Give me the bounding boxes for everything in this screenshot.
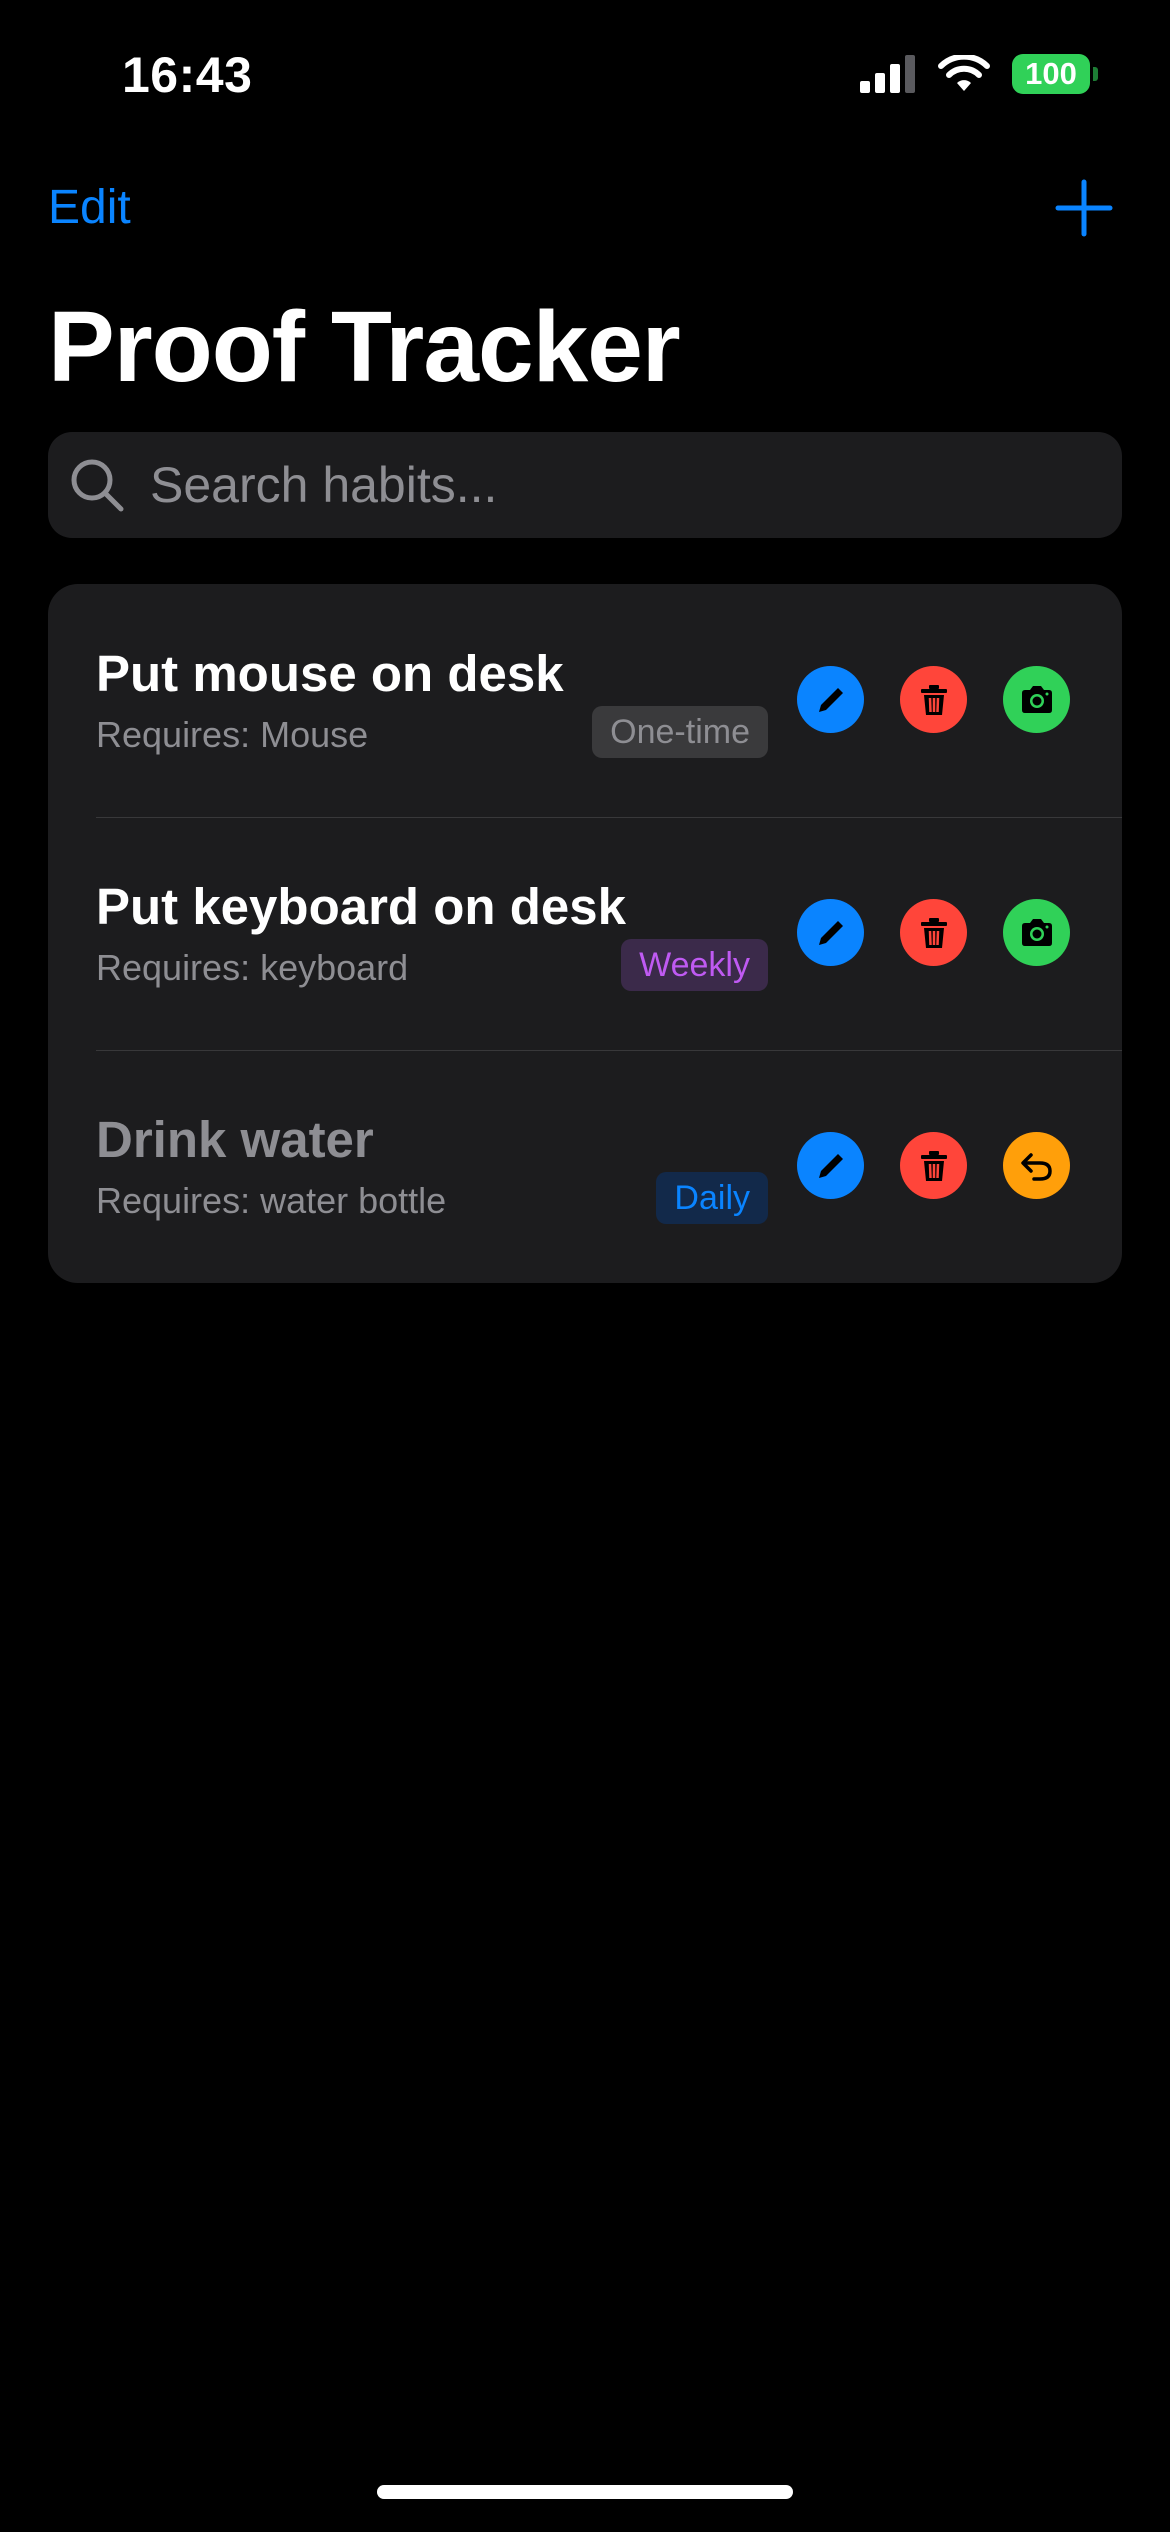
search-input[interactable]: [148, 455, 1052, 515]
pencil-icon: [818, 687, 843, 712]
pencil-icon: [818, 920, 843, 945]
add-habit-button[interactable]: [1054, 178, 1114, 238]
delete-habit-button[interactable]: [900, 666, 967, 733]
habit-list: Put mouse on desk Requires: Mouse One-ti…: [48, 584, 1122, 1283]
habit-actions: [797, 666, 1070, 733]
frequency-badge: One-time: [592, 706, 768, 758]
edit-habit-button[interactable]: [797, 899, 864, 966]
habit-actions: [797, 1132, 1070, 1199]
habit-row[interactable]: Drink water Requires: water bottle Daily: [48, 1050, 1122, 1283]
plus-icon: [1055, 179, 1113, 237]
battery-nub: [1093, 67, 1098, 81]
undo-icon: [1020, 1152, 1052, 1181]
trash-icon: [920, 917, 947, 948]
cellular-signal-icon: [860, 55, 915, 93]
camera-icon: [1021, 685, 1052, 713]
status-bar: 16:43 100: [0, 0, 1170, 150]
habit-title: Drink water: [96, 1111, 374, 1168]
habit-actions: [797, 899, 1070, 966]
camera-icon: [1021, 918, 1052, 946]
capture-proof-button[interactable]: [1003, 666, 1070, 733]
habit-title: Put mouse on desk: [96, 645, 564, 702]
habit-row[interactable]: Put keyboard on desk Requires: keyboard …: [48, 817, 1122, 1050]
edit-habit-button[interactable]: [797, 666, 864, 733]
trash-icon: [920, 1150, 947, 1181]
status-time: 16:43: [122, 47, 253, 103]
search-icon: [71, 459, 124, 512]
habit-requirement: Requires: water bottle: [96, 1180, 447, 1221]
status-icons: 100: [860, 54, 1098, 94]
home-indicator[interactable]: [377, 2485, 793, 2499]
wifi-icon: [938, 55, 990, 91]
search-bar[interactable]: [48, 432, 1122, 538]
delete-habit-button[interactable]: [900, 899, 967, 966]
habit-requirement: Requires: keyboard: [96, 947, 409, 988]
habit-row[interactable]: Put mouse on desk Requires: Mouse One-ti…: [48, 584, 1122, 817]
edit-habit-button[interactable]: [797, 1132, 864, 1199]
pencil-icon: [818, 1153, 843, 1178]
undo-completion-button[interactable]: [1003, 1132, 1070, 1199]
edit-button[interactable]: Edit: [48, 180, 131, 235]
habit-title: Put keyboard on desk: [96, 878, 626, 935]
trash-icon: [920, 684, 947, 715]
capture-proof-button[interactable]: [1003, 899, 1070, 966]
delete-habit-button[interactable]: [900, 1132, 967, 1199]
battery-indicator: 100: [1012, 54, 1098, 94]
habit-requirement: Requires: Mouse: [96, 714, 369, 755]
frequency-badge: Weekly: [621, 939, 768, 991]
page-title: Proof Tracker: [48, 291, 681, 403]
frequency-badge: Daily: [656, 1172, 768, 1224]
battery-level: 100: [1025, 56, 1077, 91]
